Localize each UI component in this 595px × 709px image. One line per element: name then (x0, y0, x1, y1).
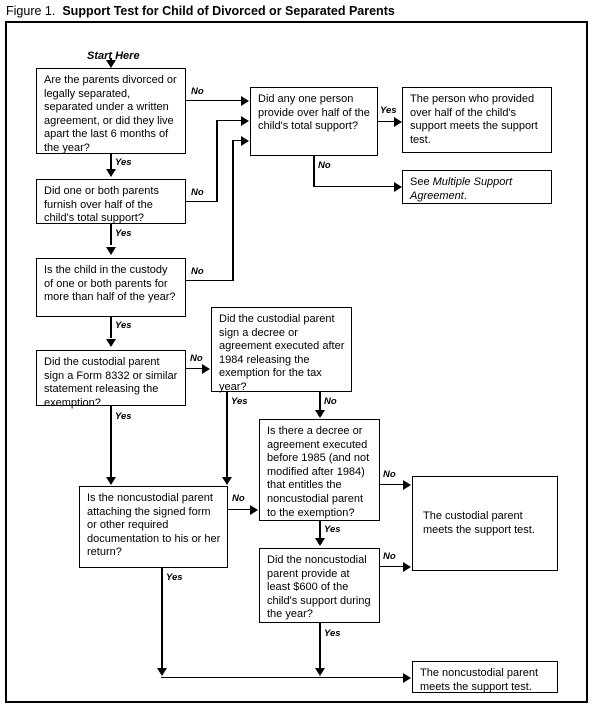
connector-q4-yes-vertical (110, 406, 112, 479)
result-noncustodial-parent-meets-test: The noncustodial parent meets the suppor… (412, 661, 558, 693)
connector-q4-no-horizontal (186, 367, 203, 370)
connector-decree85-yes-vertical (319, 521, 321, 539)
edge-label-decree85-yes: Yes (324, 524, 341, 535)
edge-label-any-yes: Yes (380, 105, 397, 116)
edge-label-q3-yes: Yes (115, 320, 132, 331)
decision-attaching-signed-form: Is the noncustodial parent attaching the… (79, 486, 228, 568)
arrowhead-q2-no (241, 116, 249, 126)
arrowhead-any-no (394, 182, 402, 192)
decision-decree-after-1984: Did the custodial parent sign a decree o… (211, 307, 352, 393)
arrowhead-decree84-no (315, 410, 325, 418)
connector-bottom-rail (161, 676, 406, 679)
connector-any-no-vertical (313, 156, 315, 187)
edge-label-attach-no: No (232, 493, 245, 504)
connector-q2-no-v (216, 119, 218, 202)
multiple-support-prefix: See (410, 176, 433, 188)
connector-q3-no-v (232, 139, 234, 281)
edge-label-q4-yes: Yes (115, 411, 132, 422)
arrowhead-q4-no (202, 364, 210, 374)
decision-600-dollar-support: Did the noncustodial parent provide at l… (259, 548, 380, 623)
arrowhead-q1-no (241, 96, 249, 106)
connector-600-no-horizontal (380, 565, 404, 568)
connector-q2-no-h1 (186, 200, 218, 203)
edge-label-decree84-yes: Yes (231, 396, 248, 407)
connector-any-no-horizontal (313, 185, 396, 188)
connector-q2-yes-vertical (110, 224, 112, 245)
figure-title: Figure 1. Support Test for Child of Divor… (6, 2, 586, 20)
result-person-provided-meets-test: The person who provided over half of the… (402, 87, 552, 153)
edge-label-any-no: No (318, 160, 331, 171)
arrowhead-decree84-yes (222, 477, 232, 485)
edge-label-attach-yes: Yes (166, 572, 183, 583)
edge-label-decree85-no: No (383, 469, 396, 480)
arrowhead-q3-yes (106, 339, 116, 347)
decision-parents-divorced: Are the parents divorced or legally sepa… (36, 68, 186, 154)
edge-label-q2-no: No (191, 187, 204, 198)
figure-title-text: Support Test for Child of Divorced or Se… (62, 4, 395, 18)
arrowhead-600-no (403, 562, 411, 572)
arrowhead-decree85-yes (315, 538, 325, 546)
result-custodial-parent-meets-test: The custodial parent meets the support t… (412, 476, 558, 571)
connector-q3-yes-vertical (110, 317, 112, 338)
arrowhead-q2-yes (106, 247, 116, 255)
figure-number: Figure 1. (6, 4, 56, 18)
edge-label-decree84-no: No (324, 396, 337, 407)
edge-label-q4-no: No (190, 353, 203, 364)
edge-label-q1-no: No (191, 86, 204, 97)
multiple-support-suffix: . (463, 189, 467, 202)
connector-q3-no-h1 (186, 279, 234, 282)
figure-root: Figure 1. Support Test for Child of Divor… (0, 0, 595, 709)
decision-decree-before-1985: Is there a decree or agreement executed … (259, 419, 380, 521)
arrowhead-q4-yes (106, 477, 116, 485)
decision-parents-furnish-half: Did one or both parents furnish over hal… (36, 179, 186, 224)
connector-q1-no-horizontal (186, 99, 243, 102)
connector-decree85-no-horizontal (380, 483, 404, 486)
edge-label-q3-no: No (191, 266, 204, 277)
arrowhead-q1-yes (106, 169, 116, 177)
edge-label-q1-yes: Yes (115, 157, 132, 168)
arrowhead-q3-no (241, 136, 249, 146)
arrowhead-attach-no (250, 505, 258, 515)
arrowhead-any-yes (394, 117, 402, 127)
start-here-label: Start Here (87, 50, 140, 62)
arrowhead-600-yes (315, 668, 325, 676)
edge-label-600-yes: Yes (324, 628, 341, 639)
arrowhead-attach-yes (157, 668, 167, 676)
edge-label-600-no: No (383, 551, 396, 562)
decision-child-custody: Is the child in the custody of one or bo… (36, 258, 186, 317)
connector-600-yes-vertical (319, 623, 321, 671)
connector-attach-yes-vertical (161, 568, 163, 671)
result-see-multiple-support-agreement: See Multiple Support Agreement. (402, 170, 552, 204)
decision-form-8332-signed: Did the custodial parent sign a Form 833… (36, 350, 186, 409)
connector-decree84-yes-vertical (226, 392, 228, 479)
connector-q2-no-h2 (216, 119, 243, 122)
connector-decree84-no-vertical (319, 392, 321, 411)
decision-any-one-person-over-half: Did any one person provide over half of … (250, 87, 378, 156)
edge-label-q2-yes: Yes (115, 228, 132, 239)
arrowhead-decree85-no (403, 480, 411, 490)
arrowhead-bottom-to-noncustodial (403, 673, 411, 683)
connector-attach-no-horizontal (228, 508, 252, 511)
